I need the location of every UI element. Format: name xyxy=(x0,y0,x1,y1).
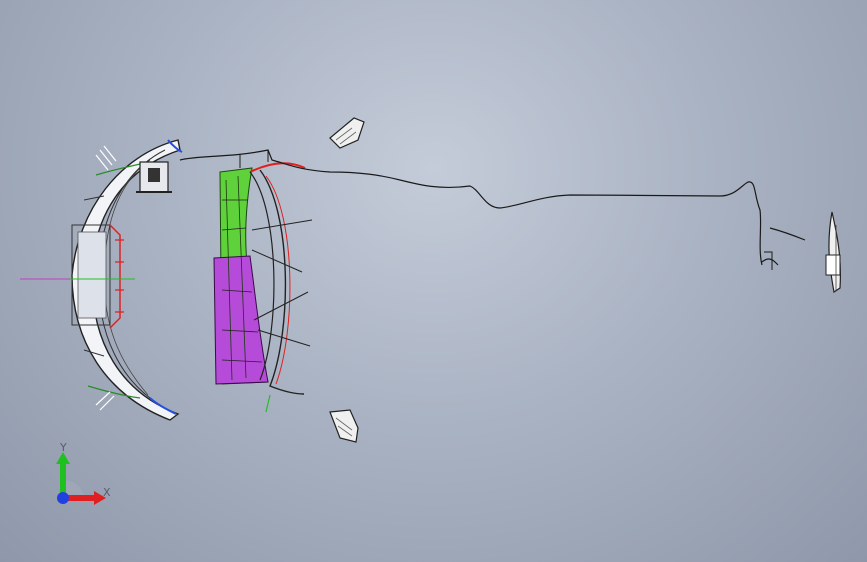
fog-lamp-upper[interactable] xyxy=(329,117,365,149)
triad-graphic xyxy=(56,452,106,505)
axis-triad: Y X xyxy=(48,440,118,510)
bumper-beam[interactable] xyxy=(213,162,313,413)
x-axis-label: X xyxy=(103,486,111,499)
y-axis-label: Y xyxy=(60,441,67,454)
z-axis-icon xyxy=(57,492,69,504)
x-axis-icon xyxy=(66,495,96,501)
fog-lamp-lower[interactable] xyxy=(329,409,359,443)
cad-viewport[interactable]: Y X xyxy=(0,0,867,562)
y-axis-icon xyxy=(60,462,66,495)
model-scene[interactable] xyxy=(0,0,867,562)
side-bracket[interactable] xyxy=(825,211,841,294)
wire-harness[interactable] xyxy=(179,149,806,270)
upper-bracket[interactable] xyxy=(136,161,172,193)
